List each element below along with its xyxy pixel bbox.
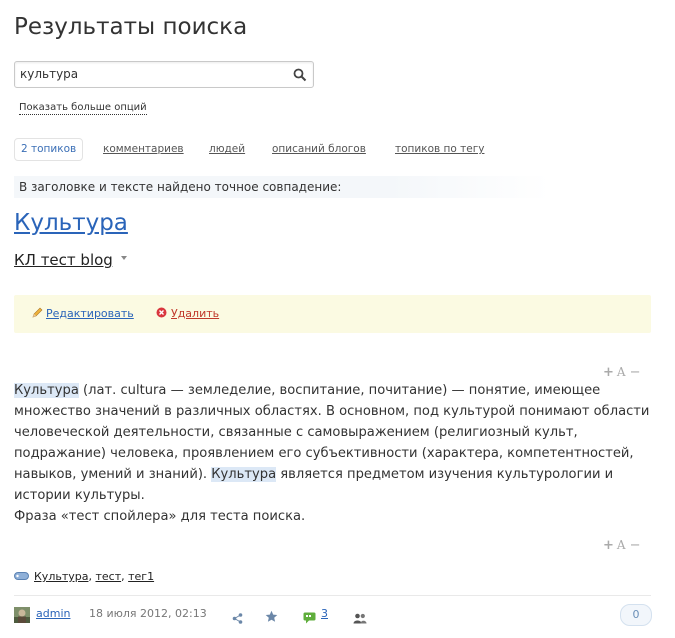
font-decrease-button[interactable]: − bbox=[630, 538, 641, 553]
search-highlight: Культура bbox=[211, 467, 277, 482]
delete-icon bbox=[156, 307, 167, 318]
topic-title[interactable]: Культура bbox=[14, 208, 128, 238]
tab-topics[interactable]: 2 топиков bbox=[14, 138, 84, 161]
font-size-controls-bottom: + A − bbox=[603, 534, 640, 553]
font-increase-button[interactable]: + bbox=[603, 365, 614, 380]
search-input[interactable] bbox=[20, 66, 280, 82]
tab-comments[interactable]: комментариев bbox=[103, 142, 184, 156]
more-options-link[interactable]: Показать больше опций bbox=[19, 101, 147, 115]
tag-icon bbox=[14, 572, 29, 580]
search-icon[interactable] bbox=[293, 67, 307, 82]
edit-label: Редактировать bbox=[46, 307, 134, 320]
edit-button[interactable]: Редактировать bbox=[32, 307, 134, 321]
topic-actions-bar: Редактировать Удалить bbox=[14, 295, 651, 333]
search-field[interactable] bbox=[14, 61, 314, 88]
blog-link[interactable]: КЛ тест blog bbox=[14, 250, 113, 270]
page-title: Результаты поиска bbox=[14, 14, 248, 40]
font-decrease-button[interactable]: − bbox=[630, 365, 641, 380]
topic-date: 18 июля 2012, 02:13 bbox=[89, 607, 207, 620]
pencil-icon bbox=[32, 307, 43, 318]
comment-icon[interactable] bbox=[303, 609, 316, 628]
star-icon[interactable] bbox=[265, 608, 278, 627]
tab-people[interactable]: людей bbox=[209, 142, 245, 156]
chevron-down-icon[interactable] bbox=[121, 256, 127, 260]
comments-count-link[interactable]: 3 bbox=[321, 606, 328, 622]
delete-label: Удалить bbox=[171, 307, 220, 320]
rating-badge[interactable]: 0 bbox=[620, 604, 652, 626]
divider bbox=[14, 595, 651, 596]
avatar[interactable] bbox=[14, 607, 30, 623]
topic-tags: Культура, тест, тег1 bbox=[14, 569, 154, 585]
tab-topics-by-tag[interactable]: топиков по тегу bbox=[395, 142, 484, 156]
share-icon[interactable] bbox=[232, 609, 243, 628]
author-link[interactable]: admin bbox=[36, 606, 70, 622]
users-icon[interactable] bbox=[353, 609, 367, 628]
search-highlight: Культура bbox=[14, 383, 79, 398]
tag-link[interactable]: тег1 bbox=[128, 570, 154, 583]
content-text: Фраза «тест спойлера» для теста поиска. bbox=[14, 509, 306, 524]
tab-blog-descriptions[interactable]: описаний блогов bbox=[272, 142, 366, 156]
tag-link[interactable]: тест bbox=[95, 570, 121, 583]
tag-link[interactable]: Культура bbox=[34, 570, 88, 583]
topic-content: Культура (лат. cultura — земледелие, вос… bbox=[14, 380, 654, 527]
exact-match-notice: В заголовке и тексте найдено точное совп… bbox=[14, 176, 550, 198]
font-reset-button[interactable]: A bbox=[617, 365, 626, 379]
delete-button[interactable]: Удалить bbox=[156, 307, 219, 321]
font-increase-button[interactable]: + bbox=[603, 538, 614, 553]
font-reset-button[interactable]: A bbox=[617, 538, 626, 552]
font-size-controls-top: + A − bbox=[603, 361, 640, 380]
